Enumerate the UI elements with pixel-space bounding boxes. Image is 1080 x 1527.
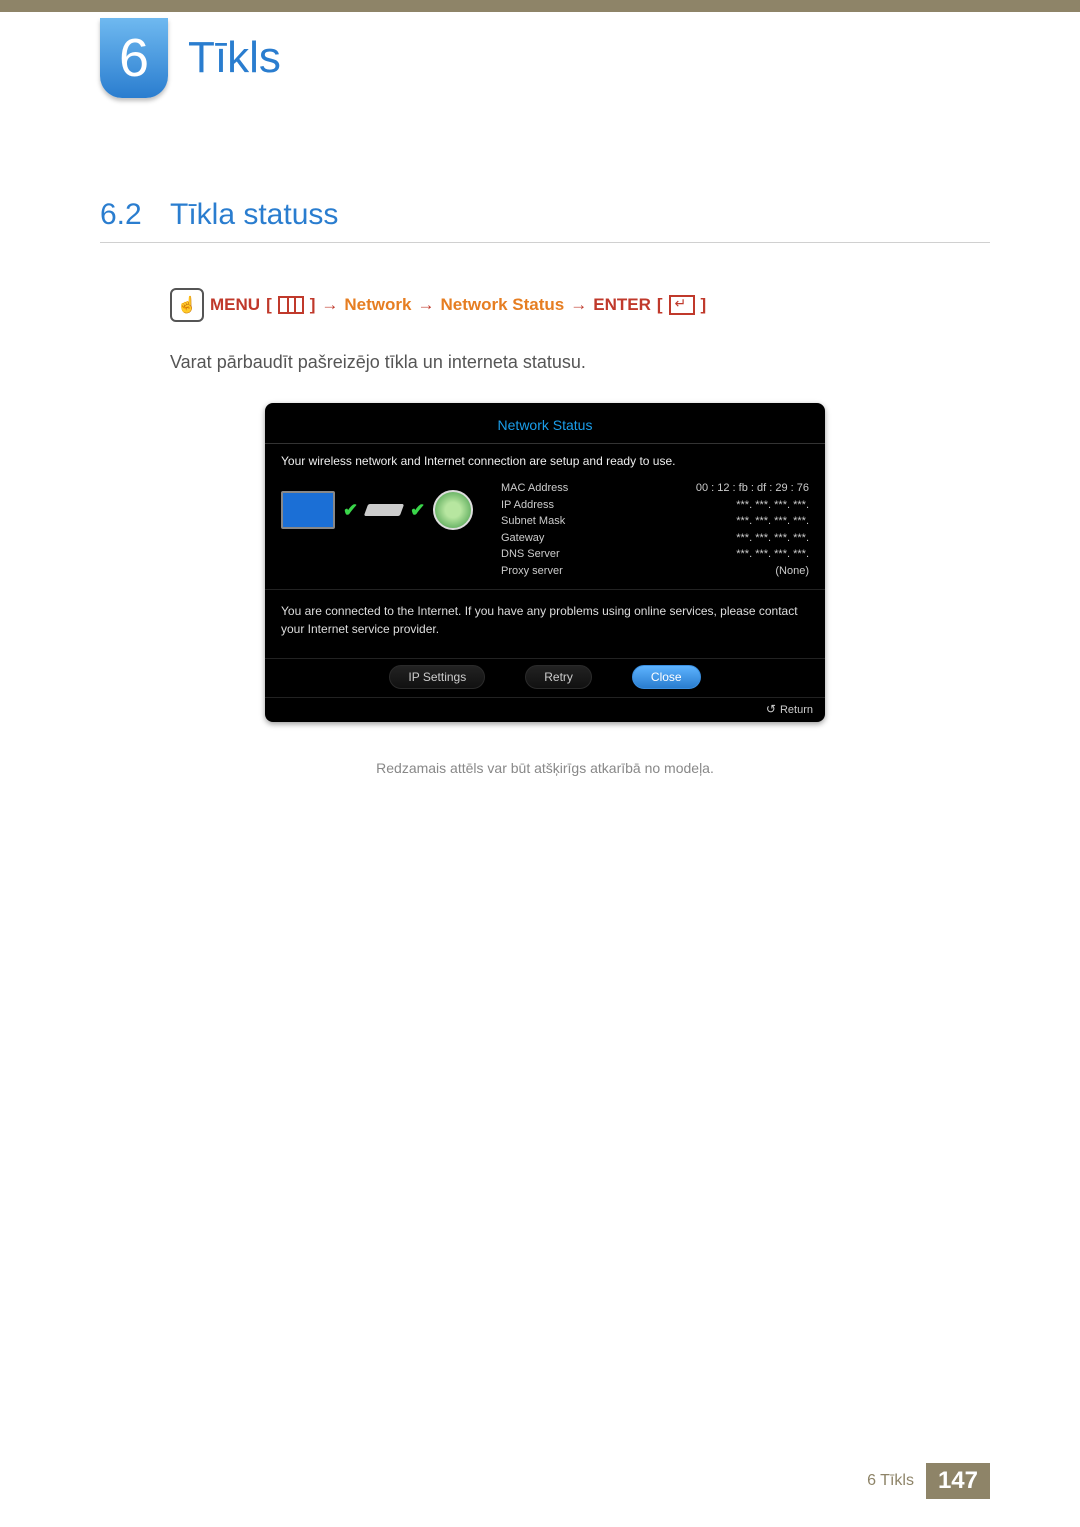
globe-icon bbox=[433, 490, 473, 530]
nav-network-status: Network Status bbox=[440, 295, 564, 315]
chapter-title: Tīkls bbox=[188, 33, 281, 83]
retry-button[interactable]: Retry bbox=[525, 665, 592, 689]
check-icon: ✔ bbox=[343, 500, 358, 521]
enter-icon bbox=[669, 295, 695, 315]
chapter-number: 6 bbox=[119, 27, 149, 89]
bracket-open: [ bbox=[266, 295, 272, 315]
bracket-close: ] bbox=[701, 295, 707, 315]
panel-help-message: You are connected to the Internet. If yo… bbox=[265, 590, 825, 658]
close-button[interactable]: Close bbox=[632, 665, 701, 689]
bracket-close: ] bbox=[310, 295, 316, 315]
nav-network: Network bbox=[344, 295, 411, 315]
check-icon: ✔ bbox=[410, 500, 425, 521]
caption-text: Redzamais attēls var būt atšķirīgs atkar… bbox=[100, 752, 990, 776]
menu-label: MENU bbox=[210, 295, 260, 315]
enter-label: ENTER bbox=[593, 295, 651, 315]
page-footer: 6 Tīkls 147 bbox=[867, 1463, 990, 1499]
table-row: Subnet Mask***. ***. ***. ***. bbox=[501, 513, 809, 530]
arrow-icon: → bbox=[570, 295, 587, 315]
network-info-table: MAC Address00 : 12 : fb : df : 29 : 76 I… bbox=[501, 480, 809, 579]
top-bar bbox=[0, 0, 1080, 12]
return-hint: ↺Return bbox=[265, 698, 825, 716]
router-icon bbox=[364, 504, 404, 516]
page-number: 147 bbox=[926, 1463, 990, 1499]
panel-mid: ✔ ✔ MAC Address00 : 12 : fb : df : 29 : … bbox=[265, 476, 825, 590]
return-icon: ↺ bbox=[766, 702, 776, 716]
ip-settings-button[interactable]: IP Settings bbox=[389, 665, 485, 689]
table-row: Proxy server(None) bbox=[501, 563, 809, 580]
table-row: Gateway***. ***. ***. ***. bbox=[501, 530, 809, 547]
section-header: 6.2 Tīkla statuss bbox=[100, 198, 990, 243]
arrow-icon: → bbox=[417, 295, 434, 315]
bracket-open: [ bbox=[657, 295, 663, 315]
panel-title: Network Status bbox=[265, 413, 825, 444]
table-row: DNS Server***. ***. ***. ***. bbox=[501, 546, 809, 563]
table-row: MAC Address00 : 12 : fb : df : 29 : 76 bbox=[501, 480, 809, 497]
connection-graphic: ✔ ✔ bbox=[281, 480, 481, 540]
panel-buttons: IP Settings Retry Close bbox=[265, 658, 825, 698]
body-text: Varat pārbaudīt pašreizējo tīkla un inte… bbox=[170, 352, 990, 373]
menu-icon bbox=[278, 296, 304, 314]
section-number: 6.2 bbox=[100, 198, 170, 232]
footer-label: 6 Tīkls bbox=[867, 1472, 914, 1490]
network-status-panel: Network Status Your wireless network and… bbox=[265, 403, 825, 722]
hand-icon: ☝ bbox=[170, 288, 204, 322]
monitor-icon bbox=[281, 491, 335, 529]
chapter-tab: 6 bbox=[100, 18, 168, 98]
panel-status-message: Your wireless network and Internet conne… bbox=[265, 444, 825, 476]
section-title: Tīkla statuss bbox=[170, 198, 338, 232]
menu-navigation: ☝ MENU [ ] → Network → Network Status → … bbox=[170, 288, 990, 322]
table-row: IP Address***. ***. ***. ***. bbox=[501, 497, 809, 514]
chapter-header: 6 Tīkls bbox=[100, 0, 990, 98]
arrow-icon: → bbox=[321, 295, 338, 315]
